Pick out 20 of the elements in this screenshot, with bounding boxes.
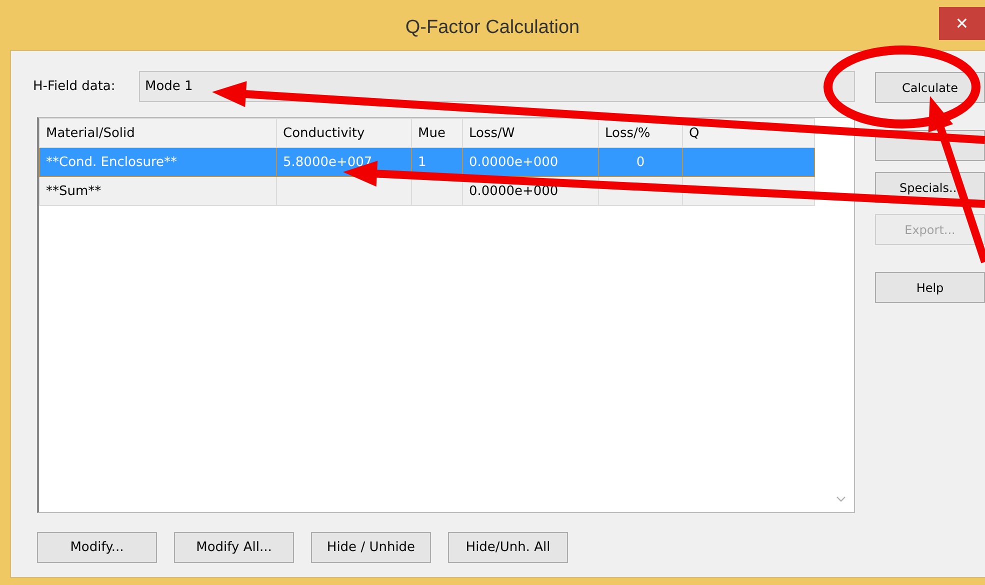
scroll-down-icon[interactable]: [836, 496, 846, 502]
column-header[interactable]: Conductivity: [276, 118, 412, 148]
table-row[interactable]: **Sum** 0.0000e+000: [40, 176, 814, 206]
action-button[interactable]: Hide/Unh. All: [448, 532, 568, 563]
table-cell: 0.0000e+000: [462, 148, 598, 176]
table-cell: 0: [598, 148, 682, 176]
side-button[interactable]: Help: [875, 272, 985, 303]
action-button[interactable]: Hide / Unhide: [311, 532, 431, 563]
h-field-dropdown[interactable]: Mode 1: [139, 71, 855, 102]
action-button[interactable]: Modify...: [37, 532, 157, 563]
side-button[interactable]: Calculate: [875, 72, 985, 103]
column-header[interactable]: Material/Solid: [40, 118, 276, 148]
table-cell: **Sum**: [40, 176, 276, 206]
window-title: Q-Factor Calculation: [405, 17, 580, 39]
action-button[interactable]: Modify All...: [174, 532, 294, 563]
column-header[interactable]: Mue: [412, 118, 462, 148]
field-label: H-Field data:: [33, 79, 116, 94]
table-cell: **Cond. Enclosure**: [40, 148, 276, 176]
close-button[interactable]: ✕: [939, 7, 985, 40]
column-header[interactable]: Loss/W: [462, 118, 598, 148]
